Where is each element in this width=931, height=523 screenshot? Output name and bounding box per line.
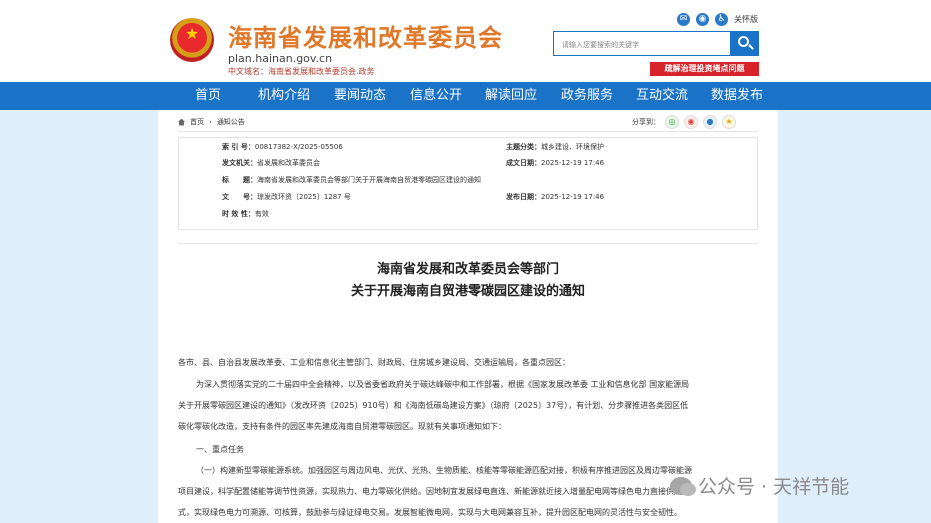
- meta-title: 标 题：海南省发展和改革委员会等部门关于开展海南自贸港零碳园区建设的通知: [222, 176, 481, 184]
- nav-interaction[interactable]: 互动交流: [636, 82, 688, 110]
- share-label: 分享到：: [632, 118, 660, 126]
- investment-issue-link[interactable]: 疏解治理投资堵点问题: [650, 62, 759, 76]
- home-icon: [178, 118, 185, 126]
- nav-services[interactable]: 政务服务: [561, 82, 613, 110]
- body-paragraph-line: 项目建设，科学配置储能等调节性资源，实现热力、电力零碳化供给。因地制宜发展绿电直…: [178, 487, 690, 496]
- nav-news[interactable]: 要闻动态: [334, 82, 386, 110]
- nav-home[interactable]: 首页: [195, 82, 221, 110]
- site-title[interactable]: 海南省发展和改革委员会: [228, 18, 503, 53]
- section-heading: 一、重点任务: [196, 445, 244, 454]
- nav-about[interactable]: 机构介绍: [258, 82, 310, 110]
- divider: [178, 243, 758, 244]
- meta-issuer: 发文机关：省发展和改革委员会: [222, 159, 320, 167]
- accessibility-icon[interactable]: ♿: [715, 13, 728, 26]
- national-emblem-logo: ★: [170, 18, 214, 62]
- wechat-icon[interactable]: ✉: [677, 13, 690, 26]
- wechat-watermark: 公众号 · 天祥节能: [670, 472, 849, 499]
- meta-index: 索 引 号：00817382-X/2025-05506: [222, 143, 343, 151]
- breadcrumb-separator: ›: [209, 118, 212, 126]
- weibo-share-icon[interactable]: ◉: [684, 115, 698, 129]
- search-input[interactable]: 请输入您要搜索的关键字: [553, 31, 731, 56]
- main-nav: 首页 机构介绍 要闻动态 信息公开 解读回应 政务服务 互动交流 数据发布: [0, 82, 931, 110]
- breadcrumb-current[interactable]: 通知公告: [217, 117, 245, 127]
- meta-created: 成文日期：2025-12-19 17:46: [506, 159, 605, 167]
- body-paragraph-line: 为深入贯彻落实党的二十届四中全会精神，以及省委省政府关于碳达峰碳中和工作部署，根…: [196, 380, 690, 389]
- chat-bubble-icon: [670, 476, 696, 496]
- meta-published: 发布日期：2025-12-19 17:46: [506, 193, 605, 201]
- body-paragraph-line: （一）构建新型零碳能源系统。加强园区与周边风电、光伏、光热、生物质能、核能等零碳…: [196, 466, 692, 475]
- care-version-link[interactable]: 关怀版: [734, 14, 758, 25]
- search-button[interactable]: [731, 31, 759, 56]
- body-paragraph-line: 碳化零碳化改造，支持有条件的园区率先建成海南自贸港零碳园区。现就有关事项通知如下…: [178, 422, 506, 431]
- meta-category: 主题分类：城乡建设、环境保护: [506, 143, 604, 151]
- body-paragraph-line: 式，实现绿色电力可溯源、可核算，鼓励参与绿证绿电交易。发展智能微电网，实现与大电…: [178, 508, 682, 517]
- meta-docno: 文 号：琼发改环资〔2025〕1287 号: [222, 193, 351, 201]
- site-header: ★ 海南省发展和改革委员会 plan.hainan.gov.cn 中文域名：海南…: [0, 0, 931, 82]
- breadcrumb: 首页 › 通知公告: [178, 117, 245, 127]
- document-title-line2: 关于开展海南自贸港零碳园区建设的通知: [350, 284, 585, 299]
- share-bar: 分享到： ◎ ◉ ● ★: [632, 115, 736, 129]
- recipients-paragraph: 各市、县、自治县发展改革委、工业和信息化主管部门、财政局、住房城乡建设局、交通运…: [178, 358, 570, 367]
- weibo-icon[interactable]: ◉: [696, 13, 709, 26]
- qq-share-icon[interactable]: ●: [703, 115, 717, 129]
- divider: [178, 131, 758, 132]
- nav-data[interactable]: 数据发布: [711, 82, 763, 110]
- body-paragraph-line: 关于开展零碳园区建设的通知》（发改环资〔2025〕910号）和《海南低碳岛建设方…: [178, 401, 689, 410]
- site-domain: plan.hainan.gov.cn: [228, 52, 333, 65]
- watermark-text: 公众号 · 天祥节能: [698, 476, 850, 498]
- site-cn-domain: 中文域名：海南省发展和改革委员会.政务: [228, 67, 375, 76]
- nav-interpretation[interactable]: 解读回应: [485, 82, 537, 110]
- wechat-share-icon[interactable]: ◎: [665, 115, 679, 129]
- breadcrumb-home[interactable]: 首页: [190, 117, 204, 127]
- top-icons: ✉ ◉ ♿ 关怀版: [677, 13, 758, 26]
- favorite-icon[interactable]: ★: [722, 115, 736, 129]
- nav-disclosure[interactable]: 信息公开: [410, 82, 462, 110]
- meta-validity: 时 效 性：有效: [222, 210, 269, 218]
- document-title-line1: 海南省发展和改革委员会等部门: [376, 262, 559, 277]
